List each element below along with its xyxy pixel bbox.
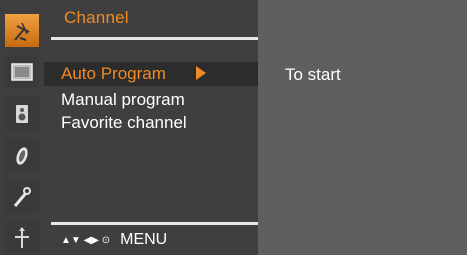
menu-item-auto-program[interactable]: Auto Program — [61, 64, 166, 84]
screen-icon[interactable] — [5, 221, 39, 254]
start-hint: To start — [285, 65, 341, 84]
menu-items: Auto Program Manual program Favorite cha… — [44, 0, 258, 255]
menu-item-manual-program[interactable]: Manual program — [61, 90, 185, 110]
menu-key-label: MENU — [120, 231, 168, 248]
osd-frame: Channel Auto Program Manual program Favo… — [0, 0, 467, 255]
clock-icon[interactable] — [5, 139, 39, 172]
special-icon[interactable] — [5, 180, 39, 213]
menu-item-favorite-channel[interactable]: Favorite channel — [61, 113, 187, 133]
submenu-arrow-icon — [196, 66, 206, 80]
nav-footer: ▲▼ ◀▶ ⊙ MENU — [61, 231, 167, 249]
antenna-icon[interactable] — [5, 14, 39, 47]
nav-keys-hint: ▲▼ ◀▶ ⊙ — [61, 234, 111, 246]
speaker-icon[interactable] — [5, 97, 39, 130]
icon-sidebar — [0, 0, 44, 255]
info-panel: To start — [258, 0, 467, 255]
picture-icon[interactable] — [5, 55, 39, 88]
